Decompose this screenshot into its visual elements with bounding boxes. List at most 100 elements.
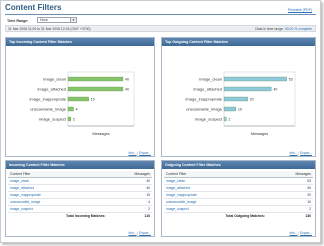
- filter-name-link[interactable]: unscannable_image: [164, 198, 267, 206]
- outgoing-bar: [223, 116, 227, 122]
- incoming-bar: [67, 106, 74, 112]
- total-label: Total Incoming Matches:: [65, 214, 106, 218]
- outgoing-table-export-link[interactable]: Export...: [300, 231, 312, 235]
- filter-name-link[interactable]: image_attached: [8, 184, 108, 192]
- table-row: image_clean 40: [8, 177, 152, 185]
- outgoing-bar: [223, 76, 287, 82]
- message-count: 10: [266, 198, 313, 206]
- incoming-bar: [67, 86, 124, 92]
- incoming-bar-chart: image_clean 40 image_attached 40 image_inapp…: [30, 71, 135, 136]
- incoming-value-label: 40: [125, 87, 129, 91]
- incoming-chart-footer: Info... | Export...: [129, 151, 151, 155]
- incoming-category-label: unscannable_image: [30, 106, 67, 111]
- incoming-category-label: image_clean: [43, 76, 66, 81]
- table-row: image_suspect 2: [164, 205, 313, 213]
- outgoing-bar: [223, 86, 272, 92]
- table-row: unscannable_image 10: [164, 198, 313, 206]
- outgoing-bar: [223, 96, 248, 102]
- total-label: Total Outgoing Matches:: [225, 214, 265, 218]
- outgoing-table: Content Filter Messages image_clean 53 i…: [164, 171, 313, 219]
- outgoing-chart-footer: Info... | Export...: [290, 151, 312, 155]
- incoming-bar: [67, 116, 71, 122]
- outgoing-chart-title: Top Outgoing Content Filter Matches: [162, 38, 315, 46]
- outgoing-value-label: 2: [228, 117, 230, 121]
- outgoing-value-label: 53: [289, 77, 293, 81]
- chevron-down-icon[interactable]: ▼: [70, 18, 76, 22]
- outgoing-category-label: image_clean: [199, 76, 222, 81]
- table-row: image_suspect 2: [8, 205, 152, 213]
- incoming-x-axis-label: Messages: [92, 132, 109, 136]
- outgoing-value-label: 20: [250, 97, 254, 101]
- incoming-bar: [67, 96, 89, 102]
- time-range-value: Hour: [40, 18, 48, 22]
- outgoing-bar: [223, 106, 236, 112]
- outgoing-category-label: image_suspect: [195, 116, 223, 121]
- incoming-value-label: 4: [76, 107, 78, 111]
- table-row: image_inappropriate 15: [8, 191, 152, 199]
- table-row: image_clean 53: [164, 177, 313, 185]
- incoming-table-info-link[interactable]: Info...: [129, 231, 137, 235]
- total-value: 110: [144, 214, 150, 218]
- outgoing-chart-export-link[interactable]: Export...: [300, 151, 312, 155]
- incoming-value-label: 15: [91, 97, 95, 101]
- outgoing-value-label: 10: [238, 107, 242, 111]
- incoming-bar: [67, 76, 124, 82]
- incoming-chart-panel: Top Incoming Content Filter Matches imag…: [5, 37, 155, 157]
- outgoing-table-panel: Outgoing Content Filter Matches Content …: [161, 160, 316, 237]
- incoming-category-label: image_attached: [38, 86, 66, 91]
- time-range-select[interactable]: Hour ▼: [37, 17, 77, 23]
- filter-name-link[interactable]: image_inappropriate: [8, 191, 108, 199]
- outgoing-table-footer: Info... | Export...: [290, 231, 312, 235]
- message-count: 40: [107, 184, 152, 192]
- outgoing-bar-chart: image_clean 53 image_attached 40 image_inapp…: [186, 71, 296, 136]
- filter-name-link[interactable]: image_clean: [8, 177, 108, 185]
- message-count: 2: [266, 205, 313, 213]
- table-row: image_attached 40: [164, 184, 313, 192]
- message-count: 20: [266, 191, 313, 199]
- table-row: image_attached 40: [8, 184, 152, 192]
- table-row: unscannable_image 4: [8, 198, 152, 206]
- incoming-chart-info-link[interactable]: Info...: [129, 151, 137, 155]
- filter-name-link[interactable]: image_inappropriate: [164, 191, 267, 199]
- outgoing-chart-info-link[interactable]: Info...: [290, 151, 298, 155]
- incoming-table: Content Filter Messages image_clean 40 i…: [8, 171, 152, 219]
- filter-name-link[interactable]: image_clean: [164, 177, 267, 185]
- outgoing-category-label: unscannable_image: [186, 106, 223, 111]
- total-row: Total Outgoing Matches: 130: [164, 213, 313, 220]
- message-count: 15: [107, 191, 152, 199]
- data-in-range: Data in time range: 40.00 % complete: [255, 27, 312, 31]
- outgoing-category-label: image_inappropriate: [186, 96, 223, 101]
- title-divider: [5, 14, 316, 15]
- message-count: 4: [107, 198, 152, 206]
- incoming-chart-title: Top Incoming Content Filter Matches: [6, 38, 154, 46]
- message-count: 40: [266, 184, 313, 192]
- date-range-bar: 31 Mar 2008 11:00 to 31 Mar 2008 12:03 (…: [5, 25, 316, 32]
- outgoing-chart-panel: Top Outgoing Content Filter Matches imag…: [161, 37, 316, 157]
- filter-name-link[interactable]: unscannable_image: [8, 198, 108, 206]
- report-page: Content Filters Printable (PDF) Time Ran…: [0, 0, 321, 243]
- incoming-value-label: 2: [73, 117, 75, 121]
- data-in-range-label: Data in time range:: [255, 27, 284, 31]
- total-value: 130: [305, 214, 311, 218]
- incoming-chart-export-link[interactable]: Export...: [139, 151, 151, 155]
- table-row: image_inappropriate 20: [164, 191, 313, 199]
- outgoing-x-axis-label: Messages: [251, 132, 268, 136]
- printable-pdf-link[interactable]: Printable (PDF): [288, 8, 312, 12]
- outgoing-value-label: 40: [273, 87, 277, 91]
- outgoing-table-title: Outgoing Content Filter Matches: [162, 161, 315, 169]
- incoming-table-footer: Info... | Export...: [129, 231, 151, 235]
- data-in-range-value[interactable]: 40.00 % complete: [285, 27, 312, 31]
- outgoing-category-label: image_attached: [194, 86, 222, 91]
- outgoing-table-info-link[interactable]: Info...: [290, 231, 298, 235]
- date-range-text: 31 Mar 2008 11:00 to 31 Mar 2008 12:03 (…: [8, 27, 91, 31]
- filter-name-link[interactable]: image_suspect: [164, 205, 267, 213]
- time-range-label: Time Range:: [7, 19, 29, 23]
- incoming-category-label: image_inappropriate: [30, 96, 67, 101]
- page-title: Content Filters: [5, 3, 62, 12]
- incoming-table-panel: Incoming Content Filter Matches Content …: [5, 160, 155, 237]
- incoming-table-title: Incoming Content Filter Matches: [6, 161, 154, 169]
- filter-name-link[interactable]: image_attached: [164, 184, 267, 192]
- incoming-table-export-link[interactable]: Export...: [139, 231, 151, 235]
- filter-name-link[interactable]: image_suspect: [8, 205, 108, 213]
- message-count: 2: [107, 205, 152, 213]
